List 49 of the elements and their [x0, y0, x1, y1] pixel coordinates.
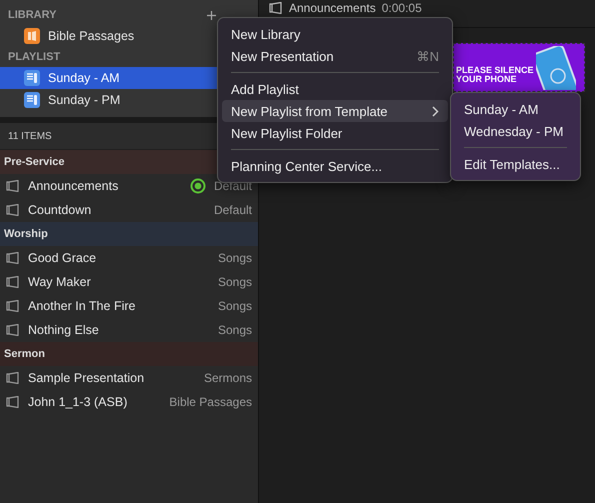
presentation-icon — [6, 252, 20, 264]
slide-text: YOUR PHONE — [456, 74, 517, 84]
menu-item[interactable]: Sunday - AM — [455, 98, 576, 120]
presentation-title: Announcements — [289, 2, 376, 15]
arrangement-label: Songs — [218, 251, 252, 265]
arrangement-label: Songs — [218, 323, 252, 337]
presentation-icon — [6, 300, 20, 312]
item-title[interactable]: Good Grace — [28, 251, 210, 265]
presentation-icon — [6, 324, 20, 336]
slide-thumbnail[interactable]: PLEASE SILENCE YOUR PHONE — [453, 43, 585, 92]
arrangement-label: Songs — [218, 275, 252, 289]
arrangement-label: Bible Passages — [169, 395, 252, 409]
presentation-icon — [6, 276, 20, 288]
menu-item[interactable]: New Library — [222, 23, 448, 45]
item-title[interactable]: Announcements — [28, 179, 182, 193]
item-title[interactable]: Sample Presentation — [28, 371, 196, 385]
group-header[interactable]: Worship — [0, 222, 258, 246]
presentation-icon — [6, 180, 20, 192]
presentation-icon — [6, 396, 20, 408]
item-title[interactable]: Nothing Else — [28, 323, 210, 337]
item-count: 11 ITEMS — [8, 130, 52, 142]
item-title[interactable]: John 1_1-3 (ASB) — [28, 395, 162, 409]
section-heading: LIBRARY — [8, 9, 56, 21]
phone-icon — [536, 46, 576, 90]
group-header[interactable]: Sermon — [0, 342, 258, 366]
menu-item[interactable]: Edit Templates... — [455, 153, 576, 175]
presentation-icon — [6, 204, 20, 216]
library-icon — [24, 28, 40, 44]
playlist-icon — [24, 70, 40, 86]
item-title[interactable]: Countdown — [28, 203, 206, 217]
presentation-icon — [269, 2, 283, 14]
item-title[interactable]: Way Maker — [28, 275, 210, 289]
add-icon[interactable] — [207, 10, 216, 20]
presentation-icon — [6, 372, 20, 384]
menu-item[interactable]: Wednesday - PM — [455, 120, 576, 142]
arrangement-label: Default — [214, 179, 252, 193]
section-heading: PLAYLIST — [8, 51, 60, 63]
playlist-icon — [24, 92, 40, 108]
slide-text: PLEASE SILENCE — [456, 65, 534, 75]
menu-item[interactable]: New Playlist from Template — [222, 100, 448, 122]
shortcut-label: ⌘N — [416, 48, 439, 64]
arrangement-label: Songs — [218, 299, 252, 313]
duration: 0:00:05 — [382, 2, 422, 15]
menu-item[interactable]: New Playlist Folder — [222, 122, 448, 144]
library-item[interactable]: Bible Passages — [48, 29, 134, 43]
arrangement-label: Sermons — [204, 371, 252, 385]
item-title[interactable]: Another In The Fire — [28, 299, 210, 313]
menu-item[interactable]: New Presentation ⌘N — [222, 45, 448, 67]
arrangement-label: Default — [214, 203, 252, 217]
